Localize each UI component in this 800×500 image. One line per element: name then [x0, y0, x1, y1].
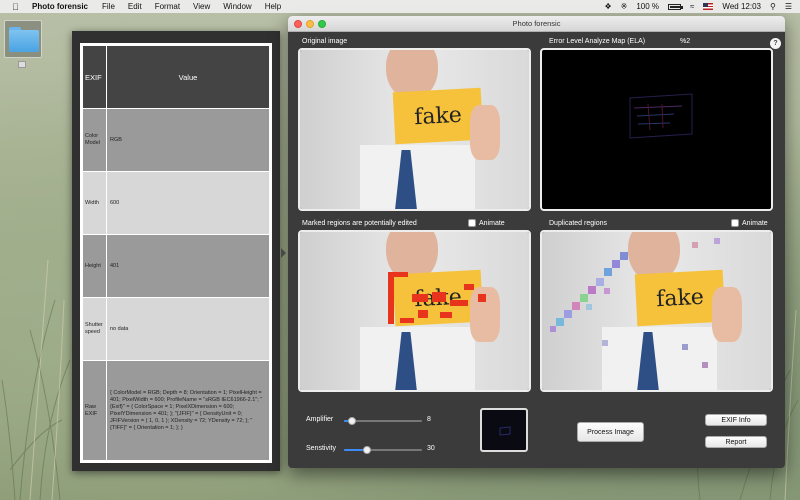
checkbox-box: [731, 219, 739, 227]
battery-icon[interactable]: [668, 3, 684, 10]
report-button[interactable]: Report: [705, 436, 767, 448]
exif-header-row: EXIF Value: [83, 46, 269, 108]
exif-value: 401: [107, 235, 269, 297]
exif-row-raw-exif[interactable]: Raw EXIF { ColorModel = RGB; Depth = 8; …: [83, 361, 269, 460]
duplicated-regions-label: Duplicated regions: [549, 220, 607, 227]
exif-header-key: EXIF: [83, 46, 106, 108]
sensitivity-slider[interactable]: [344, 446, 422, 454]
original-image-panel[interactable]: fake: [298, 48, 531, 211]
exif-header-value: Value: [107, 46, 269, 108]
title-bar[interactable]: Photo forensic: [288, 16, 785, 32]
exif-key: Shutter speed: [83, 298, 106, 360]
exif-value: { ColorModel = RGB; Depth = 8; Orientati…: [107, 361, 269, 460]
amplifier-slider-knob[interactable]: [347, 417, 356, 425]
ela-preview-image: [499, 426, 511, 436]
duplicated-animate-checkbox[interactable]: Animate: [731, 219, 768, 227]
window-title: Photo forensic: [512, 19, 561, 28]
marked-regions-label: Marked regions are potentially edited: [302, 220, 417, 227]
checkbox-box: [468, 219, 476, 227]
menu-app-name[interactable]: Photo forensic: [32, 2, 88, 11]
menu-edit[interactable]: Edit: [128, 2, 142, 11]
original-image-label: Original image: [302, 38, 348, 45]
duplicated-regions-overlay: [550, 238, 720, 368]
exif-key: Width: [83, 172, 106, 234]
photo-hand: [470, 105, 500, 160]
ela-map-image: [629, 93, 693, 139]
desktop-folder-label[interactable]: [18, 61, 26, 68]
folder-body: [9, 30, 39, 52]
dropbox-icon[interactable]: ❖: [604, 2, 611, 11]
help-button[interactable]: ?: [770, 38, 781, 49]
menu-bar:  Photo forensic File Edit Format View W…: [0, 0, 800, 13]
spotlight-icon[interactable]: ⚲: [770, 2, 776, 11]
ela-percent-label: %2: [680, 38, 691, 45]
process-image-button[interactable]: Process Image: [577, 422, 644, 442]
menu-view[interactable]: View: [193, 2, 210, 11]
exif-key: Raw EXIF: [83, 361, 106, 460]
exif-value: RGB: [107, 109, 269, 171]
bluetooth-icon[interactable]: ※: [621, 2, 628, 11]
exif-value: no data: [107, 298, 269, 360]
input-source-flag-icon[interactable]: [703, 3, 714, 10]
drawer-toggle-arrow-icon[interactable]: [281, 248, 286, 258]
ela-preview-thumbnail[interactable]: [480, 408, 528, 452]
apple-menu-icon[interactable]: : [12, 2, 22, 12]
exif-table-container: EXIF Value Color Model RGB Width 600 Hei…: [80, 43, 272, 463]
original-photo: fake: [300, 50, 529, 209]
exif-info-button[interactable]: EXIF Info: [705, 414, 767, 426]
menu-format[interactable]: Format: [155, 2, 180, 11]
sensitivity-slider-knob[interactable]: [363, 446, 372, 454]
animate-label: Animate: [479, 219, 505, 227]
amplifier-value: 8: [427, 416, 431, 423]
exif-key: Height: [83, 235, 106, 297]
exif-value: 600: [107, 172, 269, 234]
battery-percent: 100 %: [636, 2, 660, 11]
notification-center-icon[interactable]: ☰: [785, 2, 792, 11]
exif-key: Color Model: [83, 109, 106, 171]
sensitivity-value: 30: [427, 445, 435, 452]
menu-help[interactable]: Help: [265, 2, 281, 11]
exif-table: EXIF Value Color Model RGB Width 600 Hei…: [83, 46, 269, 460]
sensitivity-label: Senstivity: [306, 445, 336, 452]
amplifier-label: Amplifier: [306, 416, 334, 423]
marked-animate-checkbox[interactable]: Animate: [468, 219, 505, 227]
exif-drawer: EXIF Value Color Model RGB Width 600 Hei…: [72, 31, 280, 471]
amplifier-slider[interactable]: [344, 417, 422, 425]
ela-map-panel[interactable]: [540, 48, 773, 211]
exif-row-width[interactable]: Width 600: [83, 172, 269, 234]
marked-regions-overlay: [388, 272, 486, 324]
main-window: Photo forensic Original image Error Leve…: [288, 16, 785, 468]
ela-map-label: Error Level Analyze Map (ELA): [549, 38, 646, 45]
exif-row-height[interactable]: Height 401: [83, 235, 269, 297]
menu-window[interactable]: Window: [223, 2, 251, 11]
desktop-folder[interactable]: [4, 20, 42, 58]
exif-row-color-model[interactable]: Color Model RGB: [83, 109, 269, 171]
animate-label: Animate: [742, 219, 768, 227]
menu-clock[interactable]: Wed 12:03: [722, 2, 761, 11]
exif-row-shutter-speed[interactable]: Shutter speed no data: [83, 298, 269, 360]
menu-file[interactable]: File: [102, 2, 115, 11]
wifi-icon[interactable]: ≈: [690, 2, 694, 11]
duplicated-regions-panel[interactable]: fake: [540, 230, 773, 392]
marked-regions-panel[interactable]: fake: [298, 230, 531, 392]
photo-shirt: [360, 145, 475, 209]
